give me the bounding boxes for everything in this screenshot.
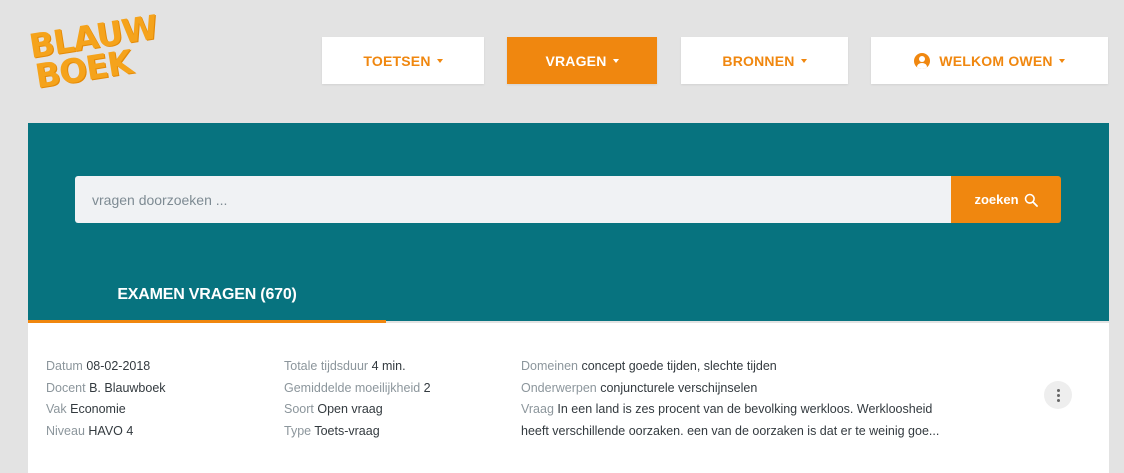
domeinen-row: Domeinen concept goede tijden, slechte t…	[521, 356, 1011, 378]
more-options-button[interactable]	[1044, 381, 1072, 409]
onderwerpen-label: Onderwerpen	[521, 380, 597, 395]
question-result-card[interactable]: Datum 08-02-2018 Docent B. Blauwboek Vak…	[28, 323, 1109, 473]
search-button-label: zoeken	[974, 192, 1019, 207]
user-circle-icon	[914, 52, 931, 69]
tijdsduur-value: 4 min.	[371, 359, 406, 373]
datum-row: Datum 08-02-2018	[46, 356, 166, 378]
niveau-value: HAVO 4	[88, 423, 134, 438]
tijdsduur-row: Totale tijdsduur 4 min.	[284, 356, 431, 378]
domeinen-value: concept goede tijden, slechte tijden	[581, 359, 777, 373]
docent-value: B. Blauwboek	[89, 380, 166, 395]
domeinen-label: Domeinen	[521, 359, 578, 373]
soort-label: Soort	[284, 402, 314, 416]
onderwerpen-value: conjuncturele verschijnselen	[600, 380, 758, 395]
type-value: Toets-vraag	[314, 423, 380, 438]
vak-label: Vak	[46, 402, 67, 416]
vertical-dots-icon	[1056, 388, 1060, 402]
datum-label: Datum	[46, 359, 83, 373]
meta-column-3: Domeinen concept goede tijden, slechte t…	[521, 356, 1011, 442]
type-label: Type	[284, 423, 312, 438]
caret-down-icon	[612, 58, 619, 63]
search-input[interactable]	[75, 176, 951, 223]
nav-bronnen-dropdown[interactable]: BRONNEN	[681, 37, 848, 84]
vraag-text-line-1: In een land is zes procent van de bevolk…	[557, 402, 933, 416]
meta-column-2: Totale tijdsduur 4 min. Gemiddelde moeil…	[284, 356, 431, 442]
type-row: Type Toets-vraag	[284, 421, 431, 443]
user-menu-dropdown[interactable]: WELKOM OWEN	[871, 37, 1108, 84]
docent-row: Docent B. Blauwboek	[46, 378, 166, 400]
vraag-row: Vraag In een land is zes procent van de …	[521, 399, 1011, 421]
soort-row: Soort Open vraag	[284, 399, 431, 421]
docent-label: Docent	[46, 380, 86, 395]
tijdsduur-label: Totale tijdsduur	[284, 359, 369, 373]
niveau-label: Niveau	[46, 423, 85, 438]
search-button[interactable]: zoeken	[951, 176, 1061, 223]
nav-bronnen-label: BRONNEN	[722, 52, 795, 69]
vraag-text-line-2: heeft verschillende oorzaken. een van de…	[521, 423, 940, 438]
nav-vragen-label: VRAGEN	[545, 52, 607, 69]
vraag-label: Vraag	[521, 402, 554, 416]
vraag-continuation-row: heeft verschillende oorzaken. een van de…	[521, 421, 1011, 443]
soort-value: Open vraag	[317, 402, 383, 416]
nav-toetsen-label: TOETSEN	[363, 52, 431, 69]
user-welcome-label: WELKOM OWEN	[939, 52, 1053, 69]
search-hero: zoeken EXAMEN VRAGEN (670)	[28, 123, 1109, 323]
blauwboek-logo[interactable]: BLAUW BOEK	[26, 7, 159, 100]
caret-down-icon	[800, 58, 807, 63]
vak-row: Vak Economie	[46, 399, 166, 421]
onderwerpen-row: Onderwerpen conjuncturele verschijnselen	[521, 378, 1011, 400]
search-bar: zoeken	[75, 176, 1061, 223]
caret-down-icon	[1058, 58, 1065, 63]
moeilijkheid-row: Gemiddelde moeilijkheid 2	[284, 378, 431, 400]
nav-toetsen-dropdown[interactable]: TOETSEN	[322, 37, 484, 84]
nav-vragen-dropdown[interactable]: VRAGEN	[507, 37, 657, 84]
tab-examen-vragen-label: EXAMEN VRAGEN (670)	[117, 286, 297, 303]
vak-value: Economie	[70, 402, 126, 416]
niveau-row: Niveau HAVO 4	[46, 421, 166, 443]
tab-examen-vragen[interactable]: EXAMEN VRAGEN (670)	[28, 269, 386, 323]
moeilijkheid-label: Gemiddelde moeilijkheid	[284, 380, 421, 395]
search-icon	[1024, 193, 1038, 207]
meta-column-1: Datum 08-02-2018 Docent B. Blauwboek Vak…	[46, 356, 166, 442]
datum-value: 08-02-2018	[86, 359, 151, 373]
moeilijkheid-value: 2	[423, 380, 431, 395]
caret-down-icon	[436, 58, 443, 63]
